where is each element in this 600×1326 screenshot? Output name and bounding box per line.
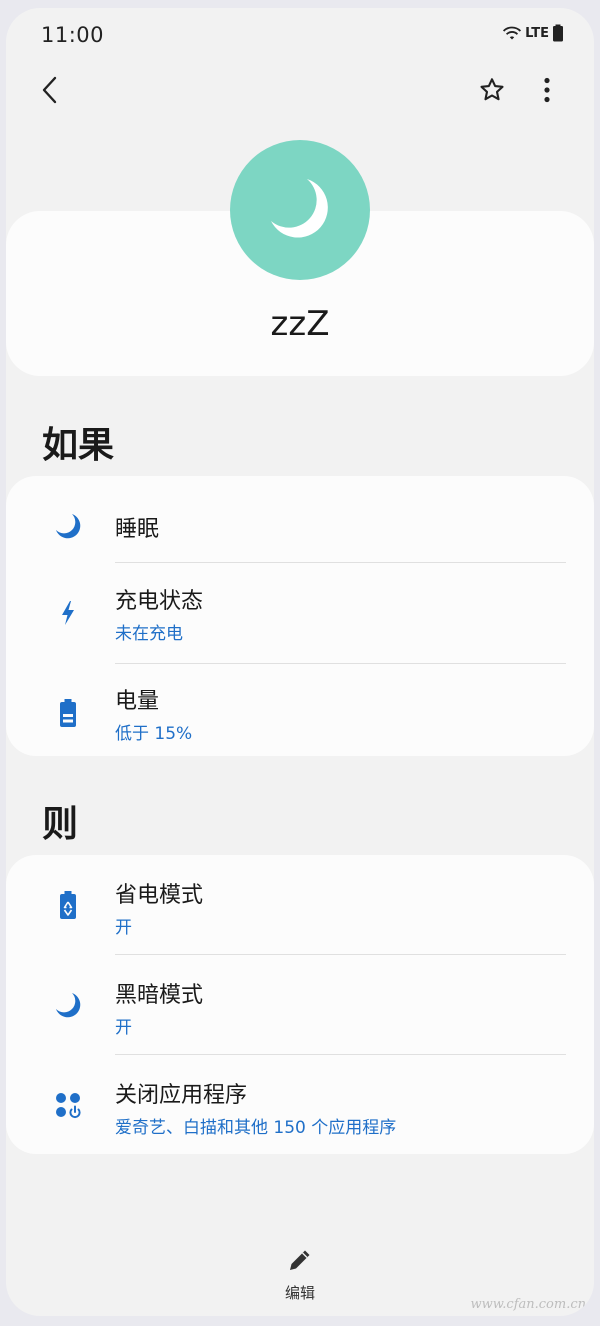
condition-subtitle: 未在充电 bbox=[115, 624, 183, 644]
status-bar: 11:00 LTE bbox=[6, 8, 594, 60]
watermark: www.cfan.com.cn bbox=[470, 1297, 586, 1312]
condition-row-sleep[interactable]: 睡眠 bbox=[6, 476, 594, 576]
moon-icon bbox=[56, 514, 81, 539]
condition-title: 睡眠 bbox=[115, 517, 160, 542]
chevron-left-icon bbox=[42, 76, 57, 104]
condition-row-charging[interactable]: 充电状态 未在充电 bbox=[6, 563, 594, 663]
action-row-dark-mode[interactable]: 黑暗模式 开 bbox=[6, 955, 594, 1055]
action-subtitle: 爱奇艺、白描和其他 150 个应用程序 bbox=[115, 1118, 397, 1138]
row-icon bbox=[50, 476, 86, 576]
actions-card: 省电模式 开 黑暗模式 开 关闭应用程序 爱奇艺、白描和其他 150 个应用程序 bbox=[6, 855, 594, 1154]
conditions-card: 睡眠 充电状态 未在充电 电量 低于 15% bbox=[6, 476, 594, 756]
moon-icon bbox=[271, 179, 328, 238]
row-icon bbox=[50, 1055, 86, 1155]
row-icon bbox=[50, 563, 86, 663]
condition-subtitle: 低于 15% bbox=[115, 724, 193, 744]
more-options-button[interactable] bbox=[525, 68, 569, 112]
status-icons: LTE bbox=[502, 24, 564, 42]
action-row-close-apps[interactable]: 关闭应用程序 爱奇艺、白描和其他 150 个应用程序 bbox=[6, 1055, 594, 1155]
moon-icon bbox=[56, 993, 81, 1018]
battery-icon bbox=[60, 699, 76, 727]
conditions-title: 如果 bbox=[42, 425, 115, 466]
routine-icon-circle[interactable] bbox=[230, 140, 370, 280]
condition-title: 充电状态 bbox=[115, 589, 204, 614]
status-time: 11:00 bbox=[41, 23, 105, 47]
close-apps-icon bbox=[56, 1093, 81, 1119]
action-subtitle: 开 bbox=[115, 1018, 132, 1038]
condition-title: 电量 bbox=[115, 689, 160, 714]
pencil-icon bbox=[290, 1250, 310, 1270]
back-button[interactable] bbox=[28, 68, 72, 112]
more-vertical-icon bbox=[544, 77, 550, 103]
power-saving-icon bbox=[60, 891, 76, 919]
condition-row-battery[interactable]: 电量 低于 15% bbox=[6, 663, 594, 763]
wifi-icon bbox=[503, 26, 522, 40]
routine-name[interactable]: zzZ bbox=[6, 304, 594, 344]
network-type: LTE bbox=[525, 25, 549, 41]
lightning-icon bbox=[62, 601, 74, 625]
row-icon bbox=[50, 855, 86, 955]
row-icon bbox=[50, 663, 86, 763]
action-title: 省电模式 bbox=[115, 883, 204, 908]
action-title: 黑暗模式 bbox=[115, 983, 204, 1008]
action-subtitle: 开 bbox=[115, 918, 132, 938]
favorite-button[interactable] bbox=[470, 68, 514, 112]
edit-button[interactable]: 编辑 bbox=[260, 1240, 340, 1302]
actions-title: 则 bbox=[42, 804, 79, 845]
star-outline-icon bbox=[480, 78, 504, 101]
action-title: 关闭应用程序 bbox=[115, 1083, 248, 1108]
row-icon bbox=[50, 955, 86, 1055]
signal-battery-icon bbox=[553, 24, 563, 42]
action-row-power-saving[interactable]: 省电模式 开 bbox=[6, 855, 594, 955]
phone-screen: 11:00 LTE zzZ 如果 睡眠 充电状态 未在充电 电量 低于 15% … bbox=[6, 8, 594, 1316]
edit-label: 编辑 bbox=[284, 1284, 315, 1302]
